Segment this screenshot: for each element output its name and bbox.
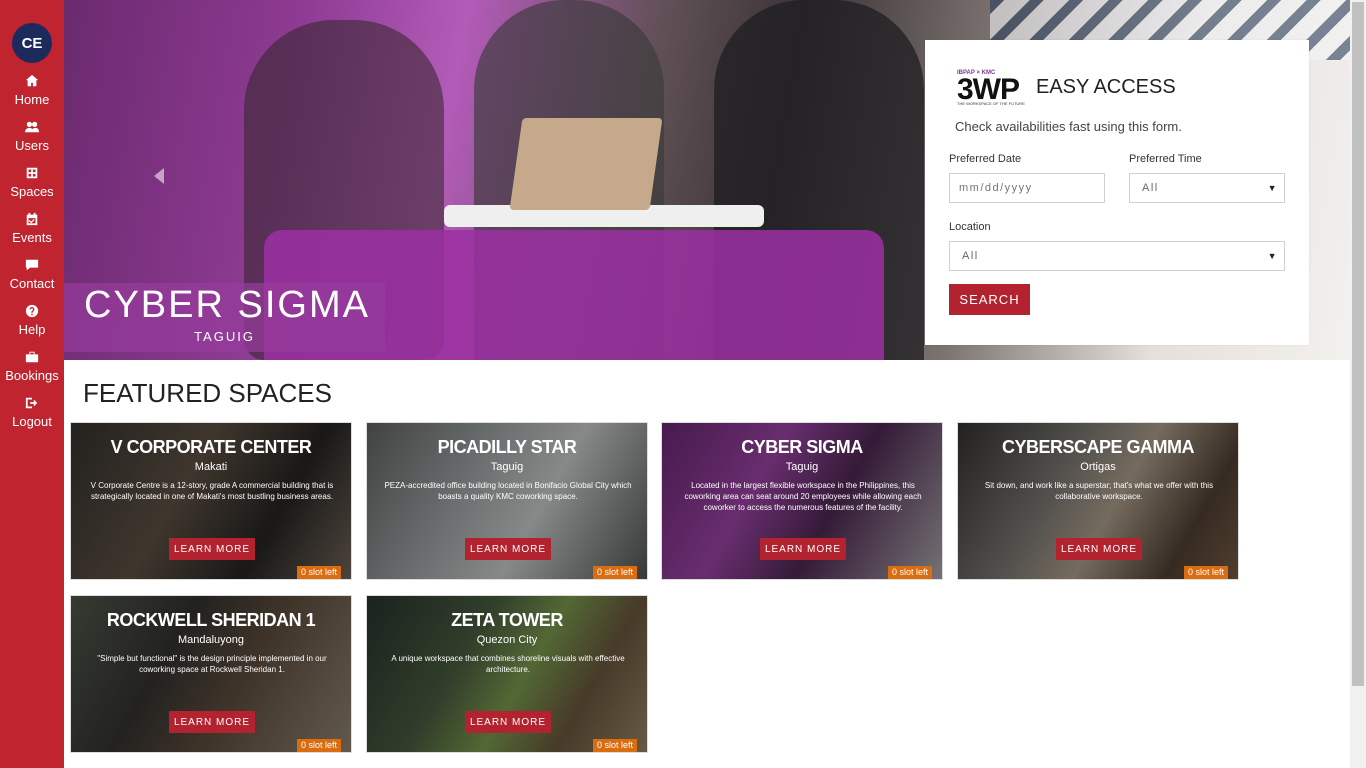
sidebar-item-label: Bookings <box>5 368 59 383</box>
space-card-title: V CORPORATE CENTER <box>110 437 312 457</box>
space-card-rockwell-sheridan-1: ROCKWELL SHERIDAN 1 Mandaluyong "Simple … <box>70 595 352 753</box>
location-label: Location <box>949 221 991 233</box>
date-input[interactable] <box>949 173 1105 203</box>
sidebar-item-label: Spaces <box>10 184 54 199</box>
logout-icon <box>0 396 64 414</box>
sidebar-item-label: Home <box>14 92 50 107</box>
help-icon <box>0 304 64 322</box>
space-card-title: ZETA TOWER <box>451 610 563 630</box>
date-label: Preferred Date <box>949 153 1022 165</box>
space-card-location: Quezon City <box>476 634 538 646</box>
space-card-location: Mandaluyong <box>177 634 245 646</box>
sidebar-item-label: Help <box>18 322 46 337</box>
slot-badge: 0 slot left <box>296 739 341 752</box>
sidebar-item-events[interactable]: Events <box>0 210 64 256</box>
space-card-description: A unique workspace that combines shoreli… <box>391 654 625 674</box>
chevron-down-icon: ▼ <box>1267 183 1278 193</box>
space-card-description: V Corporate Centre is a 12-story, grade … <box>90 481 334 501</box>
time-select[interactable]: All ▼ <box>1129 173 1285 203</box>
easy-access-subtitle: Check availabilities fast using this for… <box>955 119 1182 134</box>
scrollbar-thumb[interactable] <box>1352 2 1364 686</box>
sidebar-item-help[interactable]: Help <box>0 302 64 348</box>
time-label: Preferred Time <box>1129 153 1202 165</box>
space-card-title: ROCKWELL SHERIDAN 1 <box>106 610 316 630</box>
space-card-title: CYBERSCAPE GAMMA <box>1001 437 1195 457</box>
sidebar: CE Home Users Spaces Events Contact Help… <box>0 0 64 768</box>
sidebar-item-label: Users <box>15 138 49 153</box>
slot-badge: 0 slot left <box>1183 566 1228 579</box>
space-card-location: Taguig <box>490 461 524 473</box>
easy-access-title: EASY ACCESS <box>1036 76 1176 98</box>
space-card-picadilly-star: PICADILLY STAR Taguig PEZA-accredited of… <box>366 422 648 580</box>
space-card-zeta-tower: ZETA TOWER Quezon City A unique workspac… <box>366 595 648 753</box>
learn-more-button[interactable]: LEARN MORE <box>465 711 551 733</box>
hero-photo-laptop <box>509 118 663 210</box>
space-card-title: CYBER SIGMA <box>741 437 863 457</box>
sidebar-item-home[interactable]: Home <box>0 72 64 118</box>
space-card-description: Sit down, and work like a superstar; tha… <box>984 481 1214 501</box>
spaces-icon <box>0 166 64 184</box>
page-scrollbar[interactable] <box>1350 0 1366 768</box>
logo-tagline: THE WORKSPACE OF THE FUTURE <box>957 101 1025 106</box>
featured-spaces-title: FEATURED SPACES <box>83 378 332 408</box>
hero-location: TAGUIG <box>194 329 255 344</box>
carousel-prev-icon[interactable] <box>154 168 164 184</box>
space-card-description: Located in the largest flexible workspac… <box>684 481 922 512</box>
space-card-location: Ortigas <box>1080 461 1116 473</box>
chat-icon <box>0 258 64 276</box>
space-card-description: "Simple but functional" is the design pr… <box>97 654 327 674</box>
learn-more-button[interactable]: LEARN MORE <box>465 538 551 560</box>
calendar-icon <box>0 212 64 230</box>
sidebar-item-label: Contact <box>9 276 55 291</box>
sidebar-item-users[interactable]: Users <box>0 118 64 164</box>
3wp-logo: IBPAP × KMC 3WP THE WORKSPACE OF THE FUT… <box>957 70 1029 110</box>
avatar[interactable]: CE <box>12 23 52 63</box>
space-card-v-corporate-center: V CORPORATE CENTER Makati V Corporate Ce… <box>70 422 352 580</box>
slot-badge: 0 slot left <box>296 566 341 579</box>
users-icon <box>0 120 64 138</box>
sidebar-item-label: Events <box>12 230 52 245</box>
sidebar-item-spaces[interactable]: Spaces <box>0 164 64 210</box>
space-card-description: PEZA-accredited office building located … <box>384 481 632 501</box>
slot-badge: 0 slot left <box>592 566 637 579</box>
learn-more-button[interactable]: LEARN MORE <box>760 538 846 560</box>
hero-title: CYBER SIGMA <box>84 284 370 326</box>
space-card-title: PICADILLY STAR <box>437 437 577 457</box>
sidebar-item-label: Logout <box>12 414 52 429</box>
learn-more-button[interactable]: LEARN MORE <box>169 711 255 733</box>
slot-badge: 0 slot left <box>592 739 637 752</box>
time-select-value: All <box>1142 182 1159 194</box>
easy-access-form: IBPAP × KMC 3WP THE WORKSPACE OF THE FUT… <box>925 40 1309 345</box>
space-card-location: Taguig <box>785 461 819 473</box>
briefcase-icon <box>0 350 64 368</box>
sidebar-item-logout[interactable]: Logout <box>0 394 64 440</box>
location-select-value: All <box>962 250 979 262</box>
space-card-cyber-sigma: CYBER SIGMA Taguig Located in the larges… <box>661 422 943 580</box>
slot-badge: 0 slot left <box>887 566 932 579</box>
learn-more-button[interactable]: LEARN MORE <box>169 538 255 560</box>
location-select[interactable]: All ▼ <box>949 241 1285 271</box>
search-button[interactable]: SEARCH <box>949 284 1030 315</box>
sidebar-item-contact[interactable]: Contact <box>0 256 64 302</box>
home-icon <box>0 74 64 92</box>
space-card-location: Makati <box>194 461 228 473</box>
space-card-cyberscape-gamma: CYBERSCAPE GAMMA Ortigas Sit down, and w… <box>957 422 1239 580</box>
learn-more-button[interactable]: LEARN MORE <box>1056 538 1142 560</box>
sidebar-item-bookings[interactable]: Bookings <box>0 348 64 394</box>
chevron-down-icon: ▼ <box>1267 251 1278 261</box>
